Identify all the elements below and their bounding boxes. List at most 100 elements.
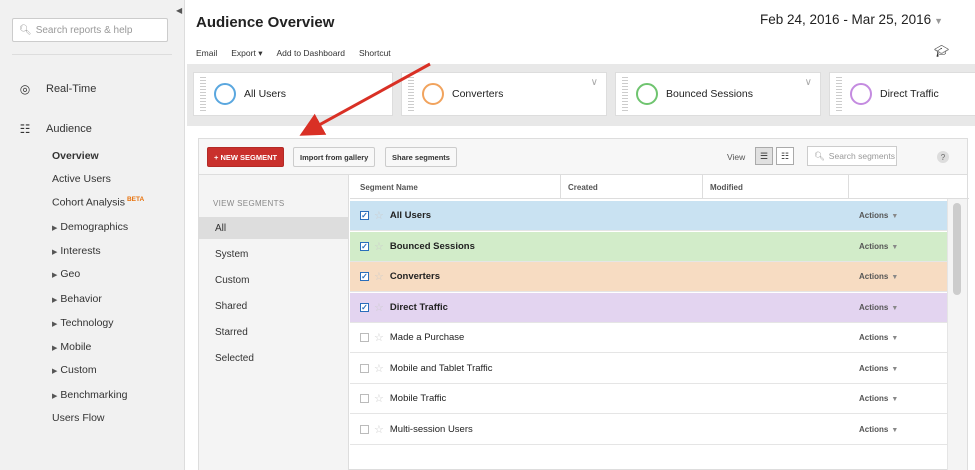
- segment-checkbox[interactable]: ✓: [360, 241, 369, 251]
- sidebar-item-label: Benchmarking: [60, 389, 128, 401]
- help-icon[interactable]: ?: [937, 151, 949, 163]
- import-from-gallery-button[interactable]: Import from gallery: [293, 147, 376, 167]
- sidebar-item-technology[interactable]: ▶ Technology: [52, 317, 114, 329]
- table-row[interactable]: ☆ Made a Purchase Actions ▼: [350, 323, 947, 353]
- view-segment-system[interactable]: System: [199, 243, 349, 265]
- expand-arrow-icon: ▶: [52, 393, 58, 400]
- sidebar-item-behavior[interactable]: ▶ Behavior: [52, 293, 102, 305]
- add-to-dashboard-button[interactable]: Add to Dashboard: [276, 48, 345, 59]
- drag-handle[interactable]: [200, 77, 206, 111]
- sidebar-item-demographics[interactable]: ▶ Demographics: [52, 221, 128, 233]
- column-header-segment-name[interactable]: Segment Name: [360, 183, 418, 192]
- actions-dropdown[interactable]: Actions ▼: [859, 272, 898, 281]
- star-icon[interactable]: ☆: [374, 240, 384, 253]
- star-icon[interactable]: ☆: [374, 423, 384, 436]
- sidebar: 🔍︎ Search reports & help ◀ ◎ Real-Time ☷…: [0, 0, 185, 470]
- view-segment-selected[interactable]: Selected: [199, 347, 349, 369]
- segment-name: Direct Traffic: [389, 301, 448, 313]
- audience-people-icon: ☷: [19, 122, 31, 136]
- export-button[interactable]: Export ▾: [231, 48, 262, 59]
- sidebar-item-benchmarking[interactable]: ▶ Benchmarking: [52, 389, 128, 401]
- column-divider: [702, 175, 703, 199]
- sidebar-item-active-users[interactable]: Active Users: [52, 173, 111, 185]
- list-view-icon[interactable]: ☰: [755, 147, 773, 165]
- actions-label: Actions: [859, 424, 889, 434]
- grid-view-icon[interactable]: ☷: [776, 147, 794, 165]
- actions-dropdown[interactable]: Actions ▼: [859, 333, 898, 342]
- search-segments-input[interactable]: 🔍︎ Search segments: [807, 146, 897, 166]
- segment-checkbox[interactable]: [360, 333, 369, 342]
- date-range-picker[interactable]: Feb 24, 2016 - Mar 25, 2016 ▼: [760, 12, 943, 27]
- search-reports-input[interactable]: 🔍︎ Search reports & help: [12, 18, 168, 42]
- column-header-created[interactable]: Created: [568, 183, 598, 192]
- actions-dropdown[interactable]: Actions ▼: [859, 364, 898, 373]
- star-icon[interactable]: ☆: [374, 362, 384, 375]
- sidebar-item-mobile[interactable]: ▶ Mobile: [52, 341, 91, 353]
- table-row[interactable]: ✓ ☆ All Users Actions ▼: [350, 201, 947, 231]
- actions-dropdown[interactable]: Actions ▼: [859, 211, 898, 220]
- star-icon[interactable]: ☆: [374, 392, 384, 405]
- segment-checkbox[interactable]: [360, 363, 369, 373]
- sidebar-item-overview[interactable]: Overview: [52, 150, 99, 162]
- sidebar-item-label: Behavior: [60, 293, 102, 305]
- star-icon[interactable]: ☆: [374, 209, 384, 222]
- chevron-down-icon[interactable]: ∨: [591, 77, 598, 88]
- sidebar-item-users-flow[interactable]: Users Flow: [52, 412, 105, 424]
- table-row[interactable]: ☆ Mobile Traffic Actions ▼: [350, 384, 947, 414]
- search-icon: 🔍︎: [814, 150, 825, 161]
- actions-dropdown[interactable]: Actions ▼: [859, 303, 898, 312]
- drag-handle[interactable]: [622, 77, 628, 111]
- sidebar-item-custom[interactable]: ▶ Custom: [52, 364, 97, 376]
- chevron-down-icon[interactable]: ∨: [805, 77, 812, 88]
- star-icon[interactable]: ☆: [374, 331, 384, 344]
- collapse-sidebar-icon[interactable]: ◀: [176, 6, 182, 15]
- segment-chip-bounced-sessions[interactable]: Bounced Sessions ∨: [615, 72, 821, 116]
- view-label: View: [727, 152, 746, 162]
- sidebar-item-geo[interactable]: ▶ Geo: [52, 268, 80, 280]
- email-button[interactable]: Email: [196, 48, 217, 59]
- sidebar-divider: [12, 54, 172, 55]
- chevron-down-icon: ▼: [891, 274, 899, 281]
- star-icon[interactable]: ☆: [374, 270, 384, 283]
- segment-chip-converters[interactable]: Converters ∨: [401, 72, 607, 116]
- segment-checkbox[interactable]: [360, 424, 369, 434]
- table-row[interactable]: ✓ ☆ Converters Actions ▼: [350, 262, 947, 292]
- sidebar-item-interests[interactable]: ▶ Interests: [52, 245, 101, 257]
- sidebar-item-label: Audience: [46, 123, 92, 135]
- segment-chip-direct-traffic[interactable]: Direct Traffic: [829, 72, 975, 116]
- sidebar-item-realtime[interactable]: ◎ Real-Time: [18, 82, 97, 96]
- drag-handle[interactable]: [836, 77, 842, 111]
- table-row[interactable]: ✓ ☆ Direct Traffic Actions ▼: [350, 292, 947, 323]
- new-segment-button[interactable]: + NEW SEGMENT: [207, 147, 285, 167]
- table-row[interactable]: ✓ ☆ Bounced Sessions Actions ▼: [350, 231, 947, 262]
- actions-dropdown[interactable]: Actions ▼: [859, 394, 898, 403]
- segment-chip-all-users[interactable]: All Users: [193, 72, 393, 116]
- actions-label: Actions: [859, 363, 889, 373]
- share-segments-button[interactable]: Share segments: [385, 147, 457, 167]
- sidebar-item-cohort-analysis[interactable]: Cohort Analysis BETA: [52, 196, 144, 209]
- table-row[interactable]: ☆ Multi-session Users Actions ▼: [350, 414, 947, 445]
- segment-checkbox[interactable]: ✓: [360, 272, 369, 281]
- table-row[interactable]: ☆ Mobile and Tablet Traffic Actions ▼: [350, 353, 947, 384]
- scrollbar[interactable]: [947, 199, 967, 470]
- column-divider: [560, 175, 561, 199]
- star-icon[interactable]: ☆: [374, 301, 384, 314]
- actions-dropdown[interactable]: Actions ▼: [859, 425, 898, 434]
- expand-arrow-icon: ▶: [52, 368, 58, 375]
- sidebar-item-audience[interactable]: ☷ Audience: [18, 122, 92, 136]
- shortcut-button[interactable]: Shortcut: [359, 48, 391, 59]
- actions-dropdown[interactable]: Actions ▼: [859, 242, 898, 251]
- view-segment-starred[interactable]: Starred: [199, 321, 349, 343]
- view-segment-custom[interactable]: Custom: [199, 269, 349, 291]
- view-segment-all[interactable]: All: [199, 217, 349, 239]
- chevron-down-icon: ▼: [891, 396, 899, 403]
- view-segment-shared[interactable]: Shared: [199, 295, 349, 317]
- segment-checkbox[interactable]: ✓: [360, 302, 369, 312]
- column-header-modified[interactable]: Modified: [710, 183, 743, 192]
- chevron-down-icon: ▼: [891, 304, 899, 312]
- segment-checkbox[interactable]: [360, 394, 369, 403]
- drag-handle[interactable]: [408, 77, 414, 111]
- graduation-cap-icon[interactable]: 🎓︎: [934, 44, 949, 58]
- scrollbar-thumb[interactable]: [953, 203, 961, 295]
- segment-checkbox[interactable]: ✓: [360, 211, 369, 220]
